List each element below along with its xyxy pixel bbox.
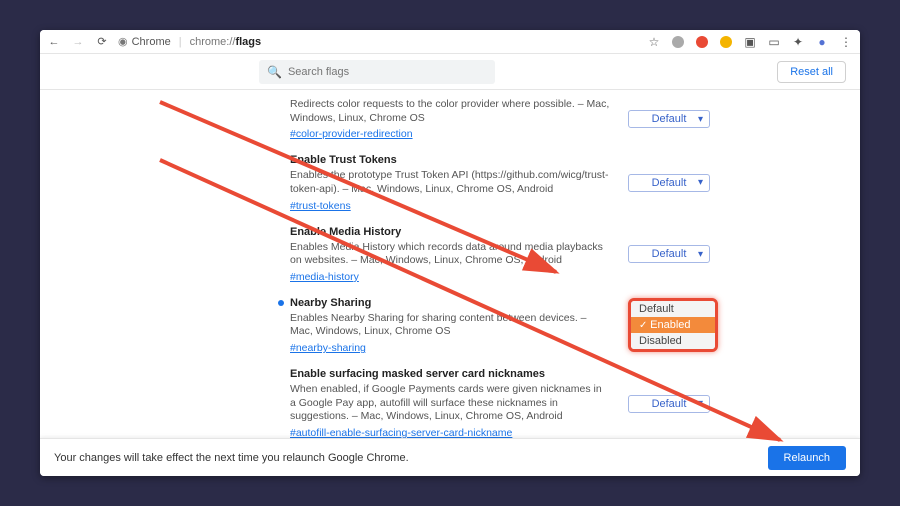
reload-button[interactable]: ⟳ [94,34,110,50]
flag-anchor-link[interactable]: #nearby-sharing [290,342,366,354]
flag-select[interactable]: Default [628,245,710,263]
flag-desc: Enables Media History which records data… [290,241,610,268]
address-url: chrome://flags [190,36,262,48]
search-input[interactable] [288,66,487,78]
flag-anchor-link[interactable]: #trust-tokens [290,200,351,212]
extensions-icon[interactable]: ✦ [790,34,806,50]
forward-button[interactable]: → [70,34,86,50]
star-icon[interactable]: ☆ [646,34,662,50]
flags-scroll-area: Redirects color requests to the color pr… [40,90,860,476]
flag-title: Enable surfacing masked server card nick… [290,368,610,380]
dropdown-option-default[interactable]: Default [631,301,715,317]
flag-row: Enable Trust Tokens Enables the prototyp… [40,146,860,217]
flag-row-nearby-sharing: Nearby Sharing Enables Nearby Sharing fo… [40,289,860,360]
dropdown-option-enabled[interactable]: Enabled [631,317,715,333]
ext-icon-2[interactable] [694,34,710,50]
search-icon: 🔍 [267,65,282,79]
flag-desc: When enabled, if Google Payments cards w… [290,383,610,424]
profile-avatar[interactable]: ● [814,34,830,50]
flag-row: Redirects color requests to the color pr… [40,90,860,146]
flag-row: Enable surfacing masked server card nick… [40,360,860,445]
flag-select[interactable]: Default [628,395,710,413]
flag-select-expanded[interactable]: Default Enabled Disabled [628,298,718,352]
flag-row: Enable Media History Enables Media Histo… [40,218,860,289]
modified-indicator-dot [278,300,284,306]
flag-select[interactable]: Default [628,110,710,128]
flags-header: 🔍 Reset all [40,54,860,90]
address-domain: Chrome [132,36,171,48]
ext-icon-1[interactable] [670,34,686,50]
reset-all-button[interactable]: Reset all [777,61,846,83]
flag-title: Enable Trust Tokens [290,154,610,166]
pip-icon[interactable]: ▣ [742,34,758,50]
browser-window: ← → ⟳ ◉ Chrome | chrome://flags ☆ ▣ ▭ ✦ … [40,30,860,476]
flag-desc: Redirects color requests to the color pr… [290,98,610,125]
flag-anchor-link[interactable]: #media-history [290,271,359,283]
kebab-menu-icon[interactable]: ⋮ [838,34,854,50]
flag-title: Nearby Sharing [290,297,610,309]
ext-icon-3[interactable] [718,34,734,50]
flag-title: Enable Media History [290,226,610,238]
site-info-icon[interactable]: ◉ [118,35,128,48]
relaunch-bar: Your changes will take effect the next t… [40,438,860,476]
relaunch-message: Your changes will take effect the next t… [54,452,409,464]
relaunch-button[interactable]: Relaunch [768,446,846,470]
flag-desc: Enables Nearby Sharing for sharing conte… [290,312,610,339]
flag-select[interactable]: Default [628,174,710,192]
address-bar[interactable]: ◉ Chrome | chrome://flags [118,35,261,48]
back-button[interactable]: ← [46,34,62,50]
browser-toolbar: ← → ⟳ ◉ Chrome | chrome://flags ☆ ▣ ▭ ✦ … [40,30,860,54]
dropdown-option-disabled[interactable]: Disabled [631,333,715,349]
flag-desc: Enables the prototype Trust Token API (h… [290,169,610,196]
cast-icon[interactable]: ▭ [766,34,782,50]
search-flags-field[interactable]: 🔍 [259,60,495,84]
flag-anchor-link[interactable]: #color-provider-redirection [290,128,413,140]
